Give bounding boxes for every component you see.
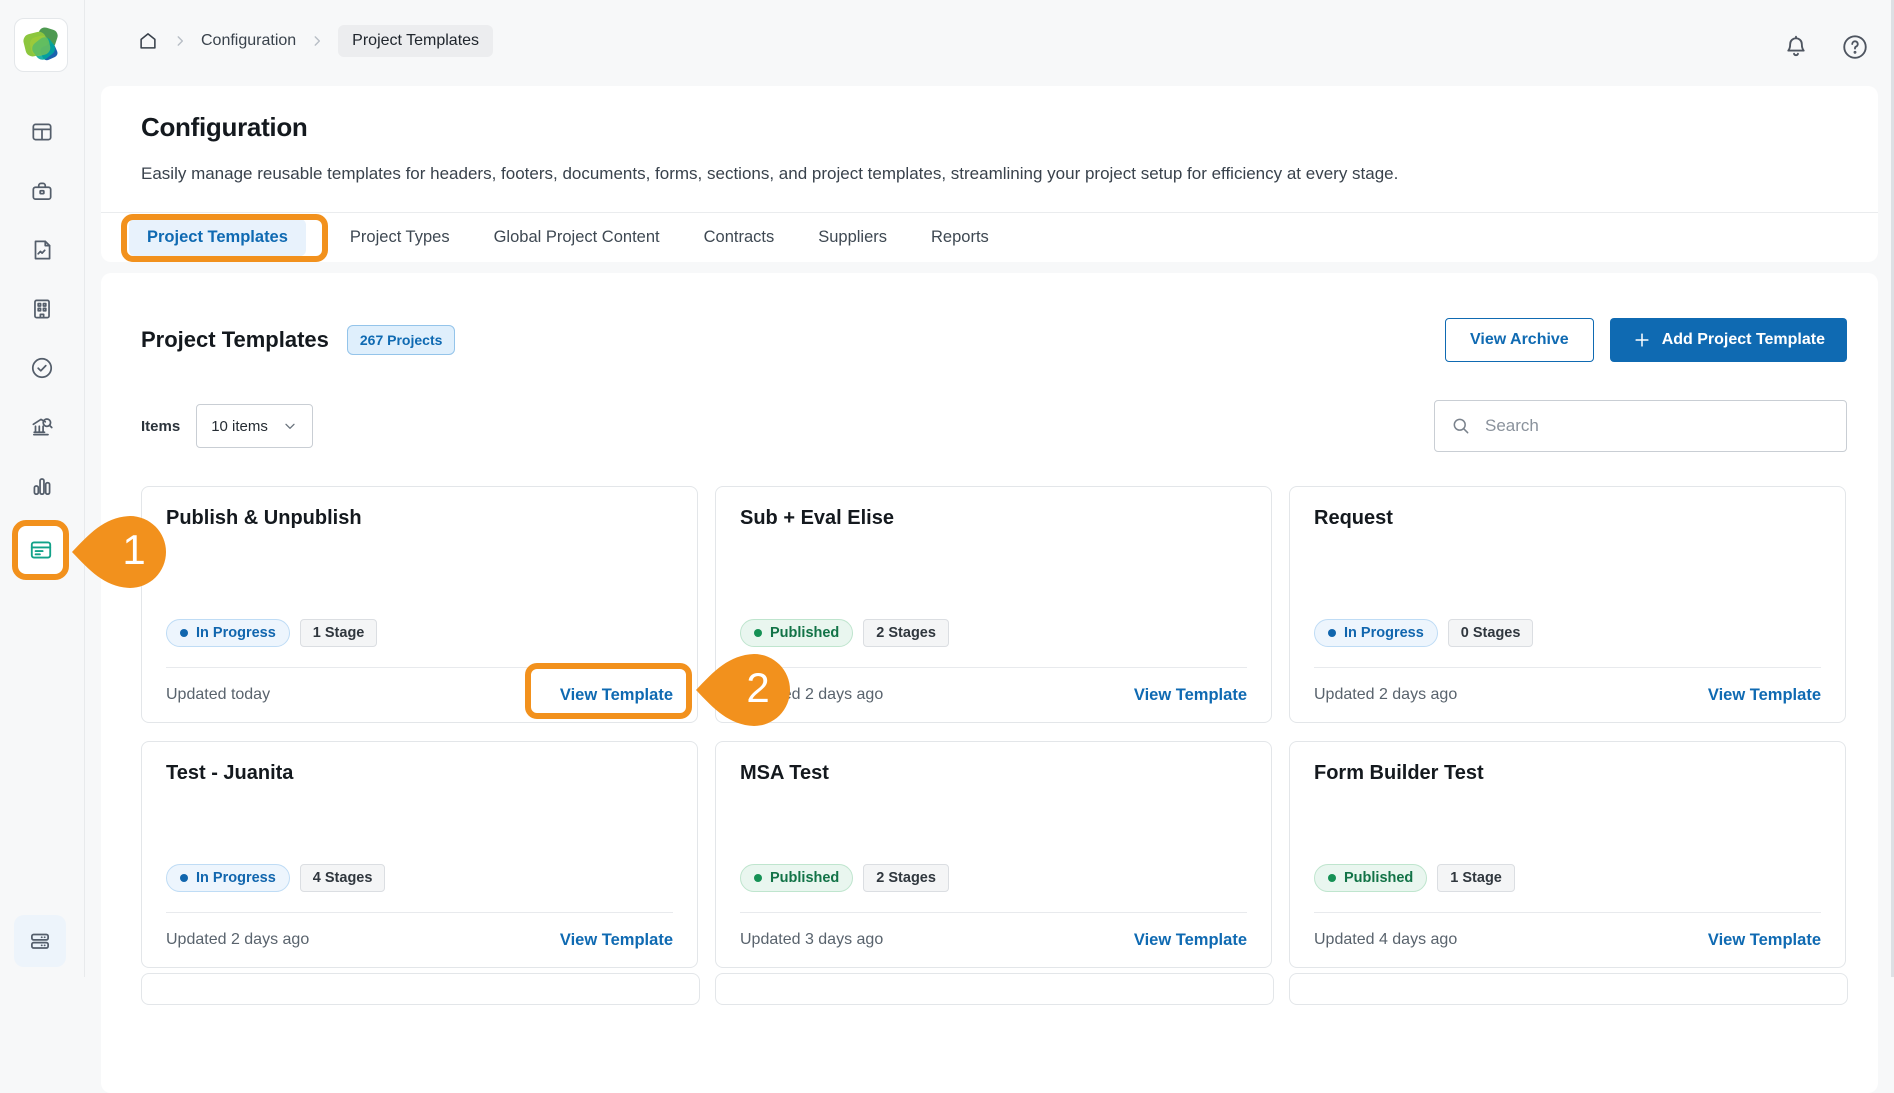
help-icon[interactable] [1840, 32, 1870, 62]
updated-text: Updated 4 days ago [1314, 931, 1457, 949]
status-dot-icon [1328, 874, 1336, 882]
document-report-icon [29, 237, 55, 263]
view-template-link[interactable]: View Template [1708, 931, 1821, 950]
status-dot-icon [180, 629, 188, 637]
view-template-link[interactable]: View Template [560, 931, 673, 950]
tab-contracts[interactable]: Contracts [704, 228, 775, 247]
updated-text: Updated 2 days ago [740, 686, 883, 704]
project-templates-panel: Project Templates 267 Projects View Arch… [101, 273, 1878, 1093]
view-archive-button[interactable]: View Archive [1445, 318, 1594, 362]
view-template-link[interactable]: View Template [1708, 686, 1821, 705]
sidebar [0, 0, 85, 977]
sidebar-item-sourcing[interactable] [20, 405, 64, 449]
breadcrumb: Configuration Project Templates [137, 24, 493, 58]
items-per-page-select[interactable]: 10 items [196, 404, 313, 448]
card-title: MSA Test [740, 762, 1247, 785]
tab-suppliers[interactable]: Suppliers [818, 228, 887, 247]
status-dot-icon [754, 629, 762, 637]
search-box [1434, 400, 1847, 452]
template-card: Publish & Unpublish In Progress 1 Stage … [141, 486, 698, 723]
breadcrumb-current: Project Templates [338, 25, 493, 57]
stage-badge: 4 Stages [300, 864, 386, 892]
tab-reports[interactable]: Reports [931, 228, 989, 247]
bank-search-icon [29, 414, 55, 440]
bar-chart-icon [29, 473, 55, 499]
updated-text: Updated 3 days ago [740, 931, 883, 949]
updated-text: Updated 2 days ago [1314, 686, 1457, 704]
breadcrumb-configuration[interactable]: Configuration [201, 32, 296, 50]
card-title: Test - Juanita [166, 762, 673, 785]
status-dot-icon [754, 874, 762, 882]
page-description: Easily manage reusable templates for hea… [141, 164, 1398, 184]
stage-badge: 0 Stages [1448, 619, 1534, 647]
app-logo[interactable] [14, 18, 68, 72]
card-title: Request [1314, 507, 1821, 530]
tab-project-types[interactable]: Project Types [350, 228, 450, 247]
section-title: Project Templates [141, 327, 329, 353]
template-card: MSA Test Published 2 Stages Updated 3 da… [715, 741, 1272, 968]
view-template-link[interactable]: View Template [1134, 686, 1247, 705]
template-icon [28, 537, 54, 563]
card-title: Publish & Unpublish [166, 507, 673, 530]
configuration-header-panel: Configuration Easily manage reusable tem… [101, 86, 1878, 262]
status-badge: Published [740, 864, 853, 892]
topbar: Configuration Project Templates [84, 0, 1894, 82]
stage-badge: 2 Stages [863, 864, 949, 892]
chevron-right-icon [173, 34, 187, 48]
stage-badge: 1 Stage [1437, 864, 1515, 892]
sidebar-nav [0, 110, 84, 523]
template-card: Test - Juanita In Progress 4 Stages Upda… [141, 741, 698, 968]
view-template-link[interactable]: View Template [560, 686, 673, 705]
template-card: Form Builder Test Published 1 Stage Upda… [1289, 741, 1846, 968]
updated-text: Updated 2 days ago [166, 931, 309, 949]
tab-global-project-content[interactable]: Global Project Content [494, 228, 660, 247]
tab-bar: Project Templates Project Types Global P… [101, 212, 1878, 261]
status-badge: Published [740, 619, 853, 647]
items-label: Items [141, 418, 180, 435]
search-input[interactable] [1483, 415, 1830, 437]
status-dot-icon [1328, 629, 1336, 637]
servers-icon [27, 928, 53, 954]
sidebar-item-servers[interactable] [14, 915, 66, 967]
home-icon[interactable] [137, 30, 159, 52]
building-icon [29, 296, 55, 322]
sidebar-item-organization[interactable] [20, 287, 64, 331]
sidebar-item-dashboard[interactable] [20, 110, 64, 154]
status-dot-icon [180, 874, 188, 882]
card-title: Sub + Eval Elise [740, 507, 1247, 530]
stage-badge: 1 Stage [300, 619, 378, 647]
card-title: Form Builder Test [1314, 762, 1821, 785]
sidebar-item-projects[interactable] [20, 169, 64, 213]
briefcase-icon [29, 178, 55, 204]
template-card-grid: Publish & Unpublish In Progress 1 Stage … [141, 486, 1847, 968]
projects-count-badge: 267 Projects [347, 325, 456, 355]
logo-leaf-icon [20, 24, 62, 66]
sidebar-item-documents[interactable] [20, 228, 64, 272]
stage-badge: 2 Stages [863, 619, 949, 647]
template-card: Request In Progress 0 Stages Updated 2 d… [1289, 486, 1846, 723]
status-badge: Published [1314, 864, 1427, 892]
status-badge: In Progress [166, 864, 290, 892]
check-circle-icon [29, 355, 55, 381]
view-template-link[interactable]: View Template [1134, 931, 1247, 950]
updated-text: Updated today [166, 686, 270, 704]
plus-icon [1632, 330, 1652, 350]
sidebar-item-approvals[interactable] [20, 346, 64, 390]
sidebar-item-configuration-active[interactable] [12, 520, 69, 580]
dashboard-icon [29, 119, 55, 145]
bell-icon[interactable] [1782, 33, 1810, 61]
card-partial [1289, 973, 1848, 1005]
card-partial [141, 973, 700, 1005]
status-badge: In Progress [166, 619, 290, 647]
add-project-template-button[interactable]: Add Project Template [1610, 318, 1847, 362]
chevron-right-icon [310, 34, 324, 48]
search-icon [1451, 416, 1471, 436]
chevron-down-icon [282, 418, 298, 434]
status-badge: In Progress [1314, 619, 1438, 647]
page-title: Configuration [141, 112, 308, 143]
tab-project-templates[interactable]: Project Templates [129, 219, 306, 256]
sidebar-item-reports[interactable] [20, 464, 64, 508]
template-card: Sub + Eval Elise Published 2 Stages Upda… [715, 486, 1272, 723]
card-partial [715, 973, 1274, 1005]
